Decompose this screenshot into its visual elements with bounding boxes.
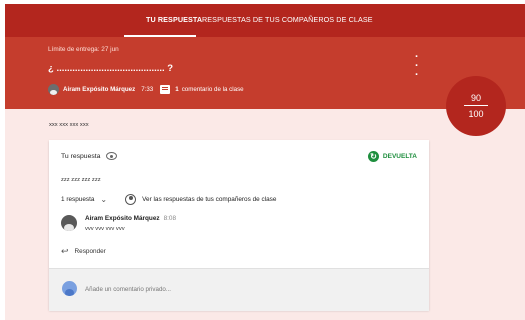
peers-icon — [125, 194, 137, 205]
answer-text: zzz zzz zzz zzz — [61, 177, 101, 183]
status-label: DEVUELTA — [382, 153, 417, 160]
tab-bar: TU RESPUESTA RESPUESTAS DE TUS COMPAÑERO… — [5, 4, 525, 37]
reply-button-label: Responder — [74, 247, 106, 255]
comment-icon — [160, 84, 171, 94]
post-time: 7:33 — [141, 85, 154, 93]
eye-icon[interactable] — [106, 152, 118, 160]
private-comment-input[interactable] — [85, 284, 405, 294]
grade-divider — [464, 105, 488, 106]
comment-item: Airam Expósito Márquez 8:08 vvv vvv vvv v… — [61, 214, 411, 244]
status-badge: ↻ DEVUELTA — [367, 151, 417, 162]
grade-badge: 90 100 — [446, 76, 506, 136]
reply-summary-row: 1 respuesta ⌄ Ver las respuestas de tus … — [61, 194, 276, 205]
commenter-avatar — [61, 215, 77, 231]
user-avatar — [62, 281, 77, 296]
class-comment-count[interactable]: 1 — [175, 86, 178, 93]
class-comment-label[interactable]: comentario de la clase — [182, 86, 244, 93]
comment-author-line: Airam Expósito Márquez 8:08 — [85, 215, 176, 222]
reply-button[interactable]: ↩ Responder — [61, 246, 106, 256]
reply-arrow-icon: ↩ — [61, 246, 69, 256]
view-peer-answers-link[interactable]: Ver las respuestas de tus compañeros de … — [142, 196, 276, 203]
returned-check-icon: ↻ — [367, 151, 379, 162]
post-meta: Airam Expósito Márquez 7:33 1 comentario… — [48, 83, 244, 95]
more-vert-icon[interactable]: · · · — [415, 52, 419, 81]
private-comment-area — [49, 268, 429, 311]
grade-score: 90 — [470, 93, 481, 103]
reply-count[interactable]: 1 respuesta — [61, 196, 94, 203]
assignment-instructions: xxx xxx xxx xxx — [49, 122, 89, 128]
tab-peer-answers[interactable]: RESPUESTAS DE TUS COMPAÑEROS DE CLASE — [202, 4, 373, 37]
due-date: Límite de entrega: 27 jun — [48, 46, 119, 53]
author-name: Airam Expósito Márquez — [63, 85, 136, 93]
question-title: ¿ ......................................… — [48, 63, 174, 74]
collapse-icon[interactable]: ⌄ — [100, 196, 107, 204]
grade-total: 100 — [468, 109, 484, 119]
comment-time: 8:08 — [163, 215, 177, 222]
your-answer-card: Tu respuesta ↻ DEVUELTA zzz zzz zzz zzz … — [49, 140, 429, 311]
answer-card-title: Tu respuesta — [61, 152, 118, 160]
author-avatar — [48, 83, 59, 95]
tab-your-answer[interactable]: TU RESPUESTA — [146, 4, 202, 37]
comment-author: Airam Expósito Márquez — [85, 215, 160, 222]
answer-title: Tu respuesta — [61, 152, 101, 160]
comment-text: vvv vvv vvv vvv — [85, 226, 125, 232]
